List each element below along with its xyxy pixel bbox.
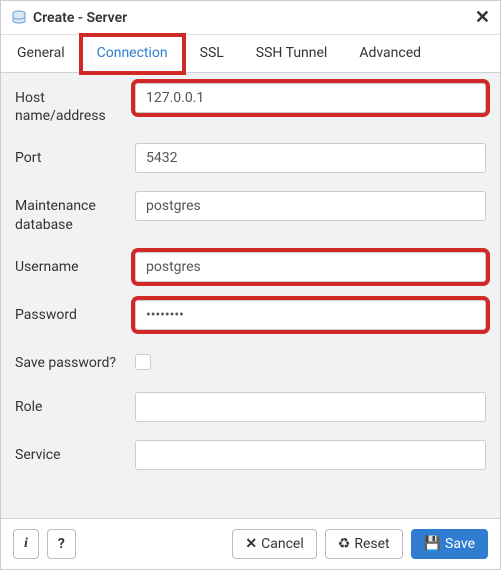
role-input[interactable]: [135, 392, 486, 422]
close-icon[interactable]: ✕: [475, 7, 490, 28]
info-button[interactable]: i: [13, 529, 39, 559]
cancel-button-label: Cancel: [261, 536, 304, 552]
password-input[interactable]: [135, 300, 486, 330]
host-input[interactable]: [135, 83, 486, 113]
host-label: Host name/address: [15, 83, 135, 125]
tab-advanced[interactable]: Advanced: [343, 35, 437, 72]
tab-connection[interactable]: Connection: [81, 35, 184, 73]
server-icon: [11, 10, 27, 26]
help-icon: ?: [58, 536, 65, 552]
dialog-footer: i ? ✕ Cancel ♻ Reset 💾 Save: [1, 518, 500, 569]
role-label: Role: [15, 392, 135, 416]
dialog-titlebar: Create - Server ✕: [1, 1, 500, 35]
username-input[interactable]: [135, 252, 486, 282]
help-button[interactable]: ?: [47, 529, 76, 559]
cancel-button[interactable]: ✕ Cancel: [232, 529, 316, 559]
reset-button-label: Reset: [354, 536, 389, 552]
tab-general[interactable]: General: [1, 35, 81, 72]
tab-ssh-tunnel[interactable]: SSH Tunnel: [240, 35, 344, 72]
username-label: Username: [15, 252, 135, 276]
create-server-dialog: Create - Server ✕ General Connection SSL…: [0, 0, 501, 570]
info-icon: i: [24, 536, 28, 552]
cancel-icon: ✕: [245, 536, 257, 552]
password-label: Password: [15, 300, 135, 324]
reset-icon: ♻: [338, 536, 351, 552]
maintenance-db-label: Maintenance database: [15, 191, 135, 233]
reset-button[interactable]: ♻ Reset: [325, 529, 403, 559]
save-icon: 💾: [424, 536, 441, 552]
service-input[interactable]: [135, 440, 486, 470]
tab-bar: General Connection SSL SSH Tunnel Advanc…: [1, 35, 500, 73]
maintenance-db-input[interactable]: [135, 191, 486, 221]
tab-ssl[interactable]: SSL: [184, 35, 240, 72]
save-button-label: Save: [445, 536, 475, 552]
form-body: Host name/address Port Maintenance datab…: [1, 73, 500, 518]
save-password-label: Save password?: [15, 348, 135, 372]
save-button[interactable]: 💾 Save: [411, 529, 488, 559]
port-input[interactable]: [135, 143, 486, 173]
port-label: Port: [15, 143, 135, 167]
save-password-checkbox[interactable]: [135, 354, 151, 370]
service-label: Service: [15, 440, 135, 464]
dialog-title: Create - Server: [33, 10, 127, 26]
